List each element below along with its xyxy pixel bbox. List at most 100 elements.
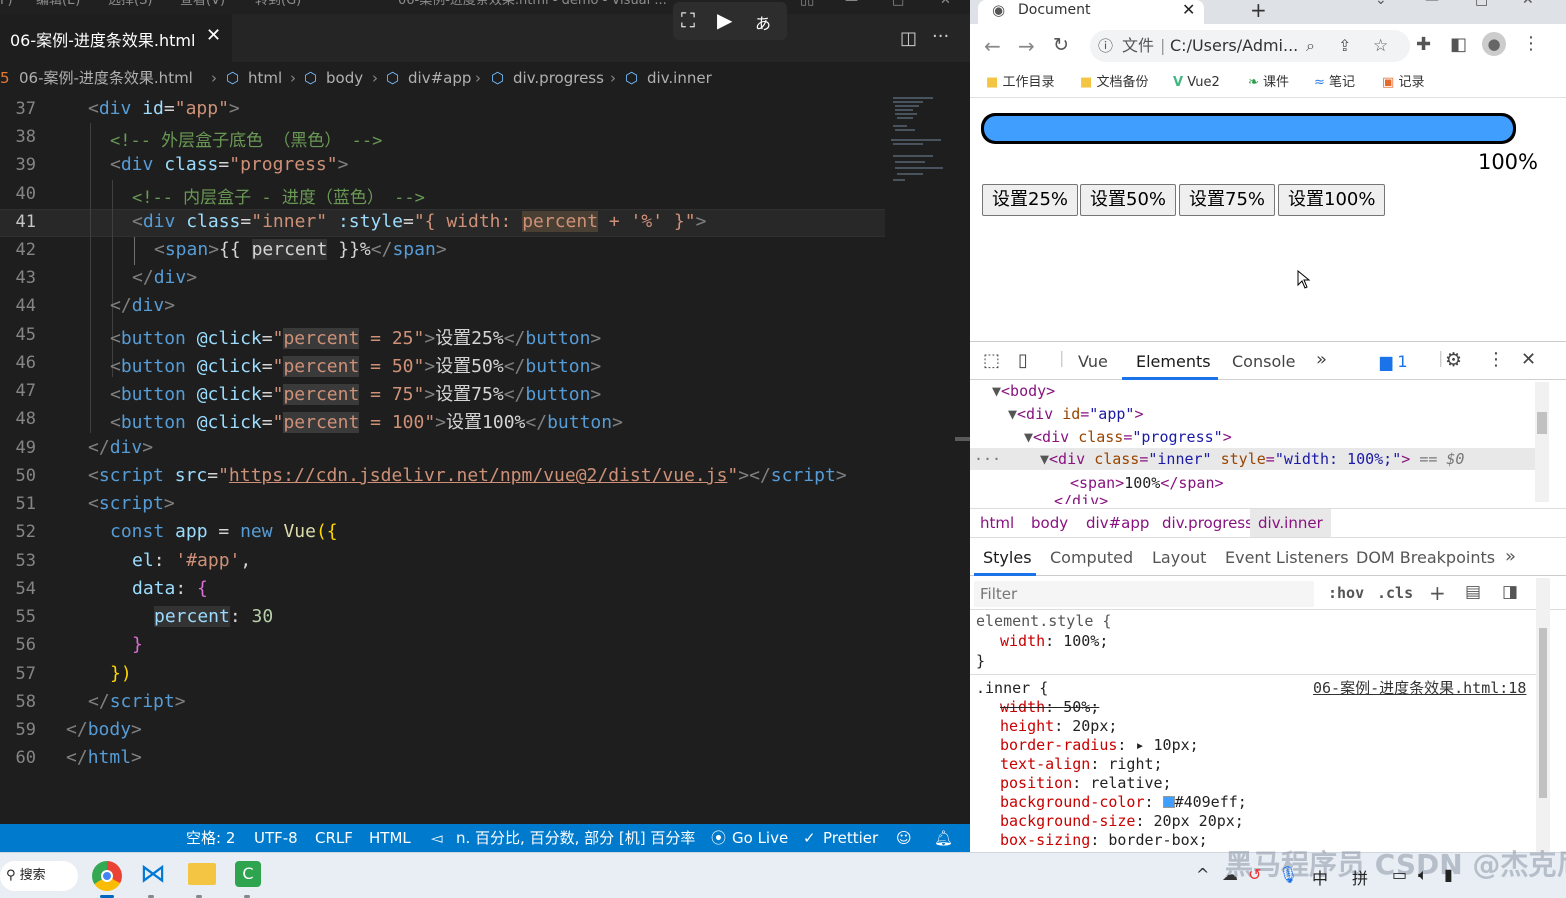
dom-node-span[interactable]: <span>100%</span>	[1070, 474, 1224, 492]
reload-icon[interactable]: ↻	[1053, 34, 1069, 56]
bookmark-item[interactable]: ❧ 课件	[1248, 74, 1289, 92]
style-declaration[interactable]: position: relative;	[1000, 774, 1172, 793]
hov-toggle[interactable]: :hov	[1328, 584, 1364, 602]
breadcrumb-progress[interactable]: div.progress	[513, 62, 604, 94]
extensions-icon[interactable]: ✚	[1416, 34, 1431, 55]
tab-close-icon[interactable]: ✕	[206, 25, 221, 46]
translate-icon[interactable]: あ	[755, 10, 771, 34]
scrollbar-thumb[interactable]	[955, 437, 970, 441]
profile-icon[interactable]: ●	[1482, 32, 1506, 56]
inspect-element-icon[interactable]: ⬚	[983, 350, 1000, 371]
bookmark-item[interactable]: ▣ 记录	[1382, 74, 1424, 92]
ime-mode[interactable]: 中	[1312, 865, 1328, 889]
star-icon[interactable]: ☆	[1373, 30, 1388, 62]
code-editor[interactable]: 37 38 39 40 41 42 43 44 45 46 47 48 49 5…	[0, 95, 885, 824]
chevron-down-icon[interactable]: ⌄	[1375, 0, 1387, 8]
battery-icon[interactable]: ▮	[1444, 865, 1453, 884]
style-declaration-overridden[interactable]: width: 50%;	[1000, 698, 1099, 717]
forward-icon[interactable]: →	[1018, 34, 1035, 58]
tab-elements[interactable]: Elements	[1136, 352, 1211, 371]
back-icon[interactable]: ←	[984, 34, 1001, 58]
breadcrumb-body[interactable]: body	[326, 62, 363, 94]
subtab-dom-breakpoints[interactable]: DOM Breakpoints	[1356, 548, 1495, 567]
bookmark-item[interactable]: V Vue2	[1173, 74, 1220, 92]
crumb-body[interactable]: body	[1031, 509, 1068, 537]
bookmark-item[interactable]: ■ 文档备份	[1080, 74, 1148, 92]
elements-scrollbar[interactable]	[1535, 382, 1549, 502]
menu-file[interactable]: F)	[0, 0, 13, 8]
vscode-app-icon[interactable]: ⋈	[140, 859, 166, 889]
more-actions-icon[interactable]: ···	[932, 26, 949, 47]
feedback-icon[interactable]: ☺	[896, 824, 912, 852]
breadcrumb-inner[interactable]: div.inner	[647, 62, 712, 94]
crumb-app[interactable]: div#app	[1086, 509, 1149, 537]
script-src-link[interactable]: https://cdn.jsdelivr.net/npm/vue@2/dist/…	[229, 465, 728, 486]
styles-filter-input[interactable]	[974, 581, 1314, 607]
issues-badge[interactable]: ▆ 1	[1380, 352, 1408, 371]
close-icon[interactable]: ✕	[1522, 0, 1534, 8]
crumb-progress[interactable]: div.progress	[1162, 509, 1253, 537]
file-explorer-icon[interactable]	[188, 863, 216, 885]
status-eol[interactable]: CRLF	[315, 824, 353, 852]
set-50-button[interactable]: 设置50%	[1080, 184, 1177, 216]
menu-edit[interactable]: 编辑(E)	[36, 0, 80, 8]
close-window-icon[interactable]: ✕	[940, 0, 951, 8]
layout-icon[interactable]: ▯▯	[800, 0, 814, 8]
rule-source-link[interactable]: 06-案例-进度条效果.html:18	[1313, 679, 1526, 698]
minimize-icon[interactable]: —	[845, 0, 858, 8]
more-subtabs-icon[interactable]: »	[1505, 546, 1516, 567]
set-100-button[interactable]: 设置100%	[1278, 184, 1386, 216]
style-declaration[interactable]: box-sizing: border-box;	[1000, 831, 1208, 850]
styles-scrollbar[interactable]	[1536, 578, 1550, 852]
tab-active-file[interactable]: 06-案例-进度条效果.html ✕	[0, 14, 232, 62]
browser-tab[interactable]: ◉ Document ✕	[978, 0, 1204, 24]
volume-icon[interactable]: 🔈︎	[1418, 865, 1428, 885]
crumb-html[interactable]: html	[980, 509, 1014, 537]
subtab-styles[interactable]: Styles	[983, 548, 1032, 567]
subtab-event-listeners[interactable]: Event Listeners	[1225, 548, 1349, 567]
bookmark-item[interactable]: ■ 工作目录	[986, 74, 1054, 92]
color-swatch[interactable]	[1162, 796, 1175, 808]
node-actions-icon[interactable]: ···	[974, 450, 1001, 468]
close-devtools-icon[interactable]: ✕	[1521, 349, 1536, 370]
cloud-icon[interactable]: ☁	[1222, 865, 1238, 884]
status-language[interactable]: HTML	[369, 824, 411, 852]
taskbar-search[interactable]: ⚲ 搜索	[0, 861, 78, 891]
more-tabs-icon[interactable]: »	[1316, 349, 1327, 370]
set-25-button[interactable]: 设置25%	[982, 184, 1079, 216]
tab-vue[interactable]: Vue	[1078, 352, 1108, 371]
menu-more[interactable]: ···	[335, 0, 347, 8]
device-toolbar-icon[interactable]: ▯	[1018, 350, 1028, 371]
chrome-app-icon[interactable]	[92, 861, 122, 891]
exit-fullscreen-icon[interactable]: ⛶	[681, 8, 695, 32]
zoom-icon[interactable]: ⌕	[1306, 30, 1315, 62]
cls-toggle[interactable]: .cls	[1377, 584, 1413, 602]
menu-selection[interactable]: 选择(S)	[108, 0, 152, 8]
chevron-up-icon[interactable]: ^	[1196, 865, 1209, 884]
display-icon[interactable]: ▭	[1392, 865, 1407, 884]
styles-pane[interactable]: element.style { width: 100%; } .inner { …	[970, 610, 1536, 852]
mic-icon[interactable]: 🎙︎	[1278, 865, 1298, 884]
breadcrumb-html[interactable]: html	[248, 62, 282, 94]
dom-node-inner[interactable]: ▼<div class="inner" style="width: 100%;"…	[1040, 450, 1464, 468]
subtab-layout[interactable]: Layout	[1152, 548, 1206, 567]
ime-pinyin[interactable]: 拼	[1352, 865, 1368, 889]
minimap[interactable]	[885, 95, 970, 824]
style-declaration[interactable]: border-radius: ▸ 10px;	[1000, 736, 1199, 755]
split-editor-icon[interactable]: ◫	[900, 28, 917, 49]
tab-console[interactable]: Console	[1232, 352, 1296, 371]
style-declaration[interactable]: text-align: right;	[1000, 755, 1163, 774]
status-prettier[interactable]: Prettier	[823, 824, 878, 852]
minimize-icon[interactable]: —	[1425, 0, 1439, 8]
status-dictionary[interactable]: n. 百分比, 百分数, 部分 [机] 百分率	[456, 824, 695, 852]
sidebar-toggle-icon[interactable]: ◨	[1502, 582, 1518, 602]
dom-node-body[interactable]: ▼<body>	[992, 382, 1055, 400]
menu-kebab-icon[interactable]: ⋮	[1522, 33, 1540, 54]
bookmark-item[interactable]: ≈ 笔记	[1314, 74, 1355, 92]
breadcrumb-file[interactable]: 06-案例-进度条效果.html	[19, 62, 193, 94]
style-declaration[interactable]: width: 100%;	[1000, 632, 1108, 651]
status-encoding[interactable]: UTF-8	[254, 824, 298, 852]
status-golive[interactable]: Go Live	[732, 824, 788, 852]
app-c-icon[interactable]: C	[235, 861, 261, 887]
omnibox[interactable]: ⓘ 文件 | C:/Users/Admi... ⌕ ⇪ ☆	[1090, 30, 1410, 62]
